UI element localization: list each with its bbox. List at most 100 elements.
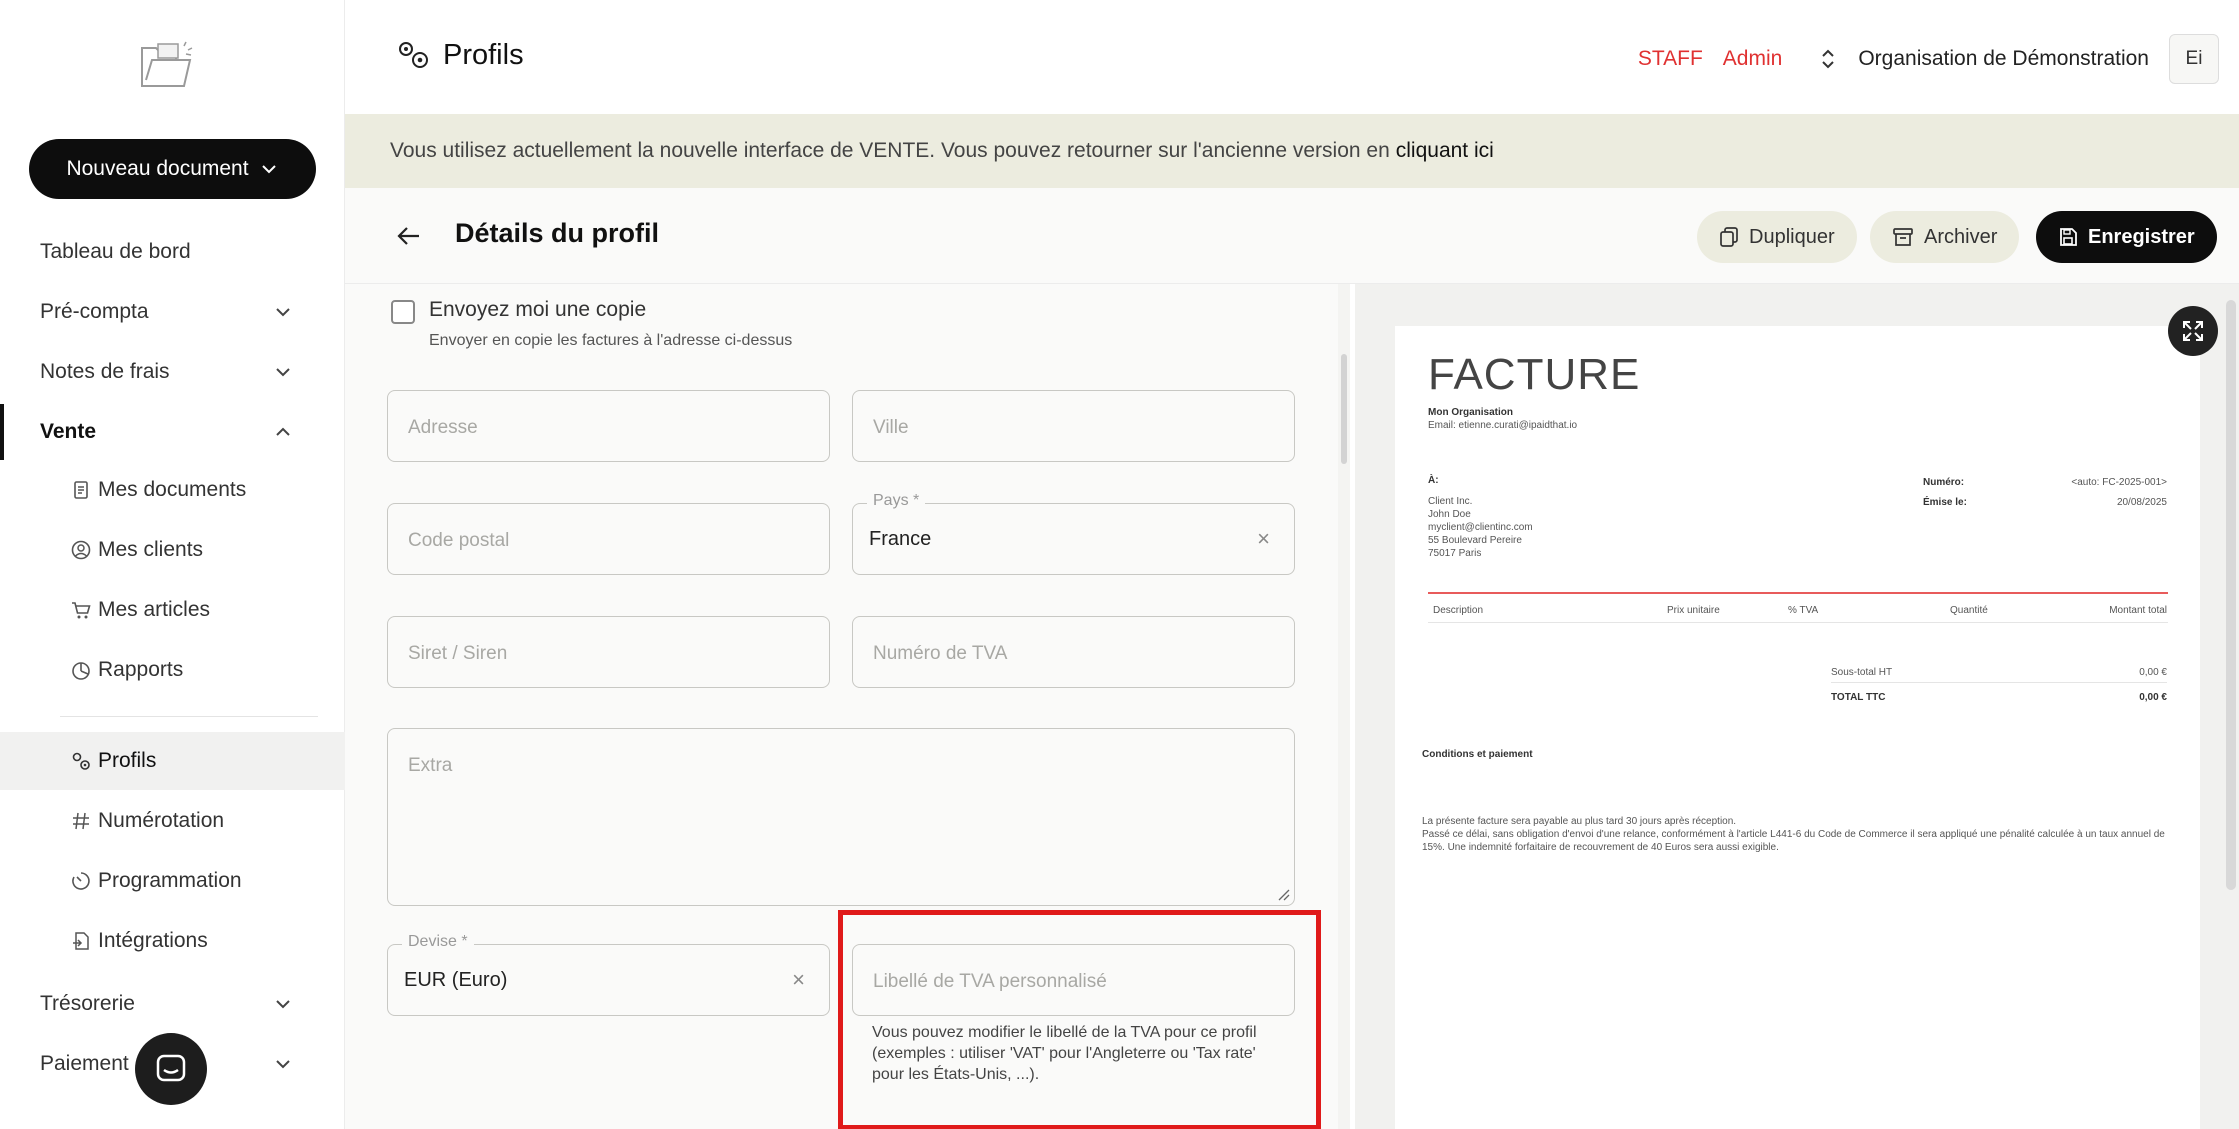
- postal-code-placeholder: Code postal: [408, 530, 510, 551]
- invoice-client-line: John Doe: [1428, 509, 1471, 520]
- sidebar-item-my-articles[interactable]: Mes articles: [70, 585, 210, 635]
- send-copy-checkbox[interactable]: [391, 300, 415, 324]
- invoice-conditions-title: Conditions et paiement: [1422, 749, 1533, 760]
- save-label: Enregistrer: [2088, 225, 2195, 248]
- chat-icon: [156, 1054, 186, 1082]
- vat-number-field[interactable]: Numéro de TVA: [852, 616, 1295, 688]
- postal-code-field[interactable]: Code postal: [387, 503, 830, 575]
- invoice-col-header: Quantité: [1950, 605, 1988, 616]
- city-placeholder: Ville: [873, 417, 909, 438]
- sidebar-item-label: Paiement: [40, 1052, 129, 1075]
- archive-label: Archiver: [1924, 225, 1998, 248]
- invoice-terms-line: La présente facture sera payable au plus…: [1422, 816, 1737, 827]
- page-title-text: Profils: [443, 38, 524, 71]
- sidebar-item-dashboard[interactable]: Tableau de bord: [0, 224, 345, 280]
- chevron-down-icon: [276, 1060, 290, 1069]
- sidebar-item-label: Trésorerie: [40, 992, 135, 1015]
- sidebar-item-vente[interactable]: Vente: [0, 404, 345, 460]
- sidebar-item-my-clients[interactable]: Mes clients: [70, 525, 203, 575]
- top-header: Profils STAFF Admin Organisation de Démo…: [345, 0, 2239, 114]
- resize-handle-icon[interactable]: [1276, 887, 1290, 901]
- detail-toolbar: Détails du profil Dupliquer Archiver Enr…: [345, 188, 2239, 284]
- banner-link[interactable]: cliquant ici: [1396, 139, 1494, 163]
- invoice-client-line: Client Inc.: [1428, 496, 1473, 507]
- copy-icon: [1720, 227, 1738, 247]
- invoice-client-line: myclient@clientinc.com: [1428, 522, 1533, 533]
- document-icon: [74, 481, 88, 499]
- duplicate-button[interactable]: Dupliquer: [1697, 211, 1857, 263]
- invoice-total-value: 0,00 €: [2139, 692, 2167, 703]
- clear-icon[interactable]: ×: [1257, 526, 1270, 552]
- cart-icon: [72, 602, 91, 619]
- page-title: Profils: [395, 38, 524, 72]
- send-copy-label[interactable]: Envoyez moi une copie: [429, 298, 646, 322]
- sidebar-divider: [60, 716, 318, 717]
- send-copy-help: Envoyer en copie les factures à l'adress…: [429, 332, 793, 349]
- invoice-header-rule: [1428, 592, 2168, 594]
- invoice-col-header: Description: [1433, 605, 1484, 616]
- currency-legend: Devise *: [402, 933, 474, 951]
- sidebar-item-my-documents[interactable]: Mes documents: [70, 465, 246, 515]
- sidebar-item-label: Tableau de bord: [40, 240, 191, 263]
- admin-link[interactable]: Admin: [1723, 47, 1783, 71]
- floppy-icon: [2060, 228, 2077, 246]
- chat-launcher-button[interactable]: [135, 1033, 207, 1105]
- sidebar-subitem-label: Mes articles: [98, 598, 211, 621]
- sidebar-item-numbering[interactable]: Numérotation: [70, 796, 224, 846]
- sidebar-item-label: Pré-compta: [40, 300, 149, 323]
- preview-scrollbar[interactable]: [2226, 300, 2236, 890]
- plug-doc-icon: [73, 932, 89, 950]
- country-select[interactable]: Pays * France ×: [852, 492, 1295, 575]
- gears-icon: [399, 42, 428, 68]
- country-legend: Pays *: [867, 492, 926, 510]
- sidebar-item-integrations[interactable]: Intégrations: [70, 916, 208, 966]
- sidebar-subitem-label: Intégrations: [98, 929, 208, 952]
- user-circle-icon: [71, 540, 91, 560]
- organization-name[interactable]: Organisation de Démonstration: [1858, 47, 2149, 71]
- sidebar: Nouveau document Tableau de bord Pré-com…: [0, 0, 345, 1129]
- scrollbar-thumb[interactable]: [1341, 354, 1347, 464]
- expand-icon: [2183, 321, 2203, 341]
- avatar[interactable]: Ei: [2169, 34, 2219, 84]
- folder-logo-icon[interactable]: [138, 40, 198, 92]
- expand-preview-button[interactable]: [2168, 306, 2218, 356]
- new-document-button[interactable]: Nouveau document: [29, 139, 316, 199]
- extra-textarea[interactable]: Extra: [387, 728, 1295, 906]
- city-field[interactable]: Ville: [852, 390, 1295, 462]
- sidebar-item-label: Notes de frais: [40, 360, 170, 383]
- sidebar-subitem-label: Mes documents: [98, 478, 247, 501]
- chevron-up-icon: [276, 427, 290, 436]
- gears-icon: [72, 752, 90, 770]
- archive-button[interactable]: Archiver: [1870, 211, 2020, 263]
- sidebar-subitem-label: Mes clients: [98, 538, 204, 561]
- sidebar-item-reports[interactable]: Rapports: [70, 645, 183, 695]
- chevron-up-down-icon[interactable]: [1818, 47, 1838, 71]
- back-arrow-icon[interactable]: [393, 220, 425, 252]
- invoice-title: FACTURE: [1428, 350, 1641, 399]
- invoice-client-line: 55 Boulevard Pereire: [1428, 535, 1522, 546]
- form-scrollbar[interactable]: [1338, 284, 1350, 1129]
- currency-select[interactable]: Devise * EUR (Euro) ×: [387, 933, 830, 1016]
- sidebar-item-expenses[interactable]: Notes de frais: [0, 344, 345, 400]
- address-placeholder: Adresse: [408, 417, 478, 438]
- sidebar-item-treasury[interactable]: Trésorerie: [0, 976, 345, 1032]
- chevron-down-icon: [261, 165, 276, 174]
- sidebar-item-precompta[interactable]: Pré-compta: [0, 284, 345, 340]
- pie-chart-icon: [72, 662, 90, 680]
- invoice-number-label: Numéro:: [1923, 477, 1965, 488]
- siret-field[interactable]: Siret / Siren: [387, 616, 830, 688]
- chevron-down-icon: [276, 1000, 290, 1009]
- invoice-org-name: Mon Organisation: [1428, 407, 1513, 418]
- sidebar-item-scheduling[interactable]: Programmation: [70, 856, 242, 906]
- address-field[interactable]: Adresse: [387, 390, 830, 462]
- invoice-org-email: Email: etienne.curati@ipaidthat.io: [1428, 420, 1578, 431]
- chevron-down-icon: [276, 308, 290, 317]
- save-button[interactable]: Enregistrer: [2036, 211, 2217, 263]
- invoice-paper: FACTURE Mon Organisation Email: etienne.…: [1395, 326, 2200, 1129]
- clear-icon[interactable]: ×: [792, 967, 805, 993]
- sidebar-item-profiles[interactable]: Profils: [70, 736, 156, 786]
- staff-link[interactable]: STAFF: [1638, 47, 1703, 71]
- invoice-number-value: <auto: FC-2025-001>: [2071, 477, 2167, 488]
- invoice-subtotal-value: 0,00 €: [2139, 667, 2167, 678]
- vat-number-placeholder: Numéro de TVA: [873, 643, 1008, 664]
